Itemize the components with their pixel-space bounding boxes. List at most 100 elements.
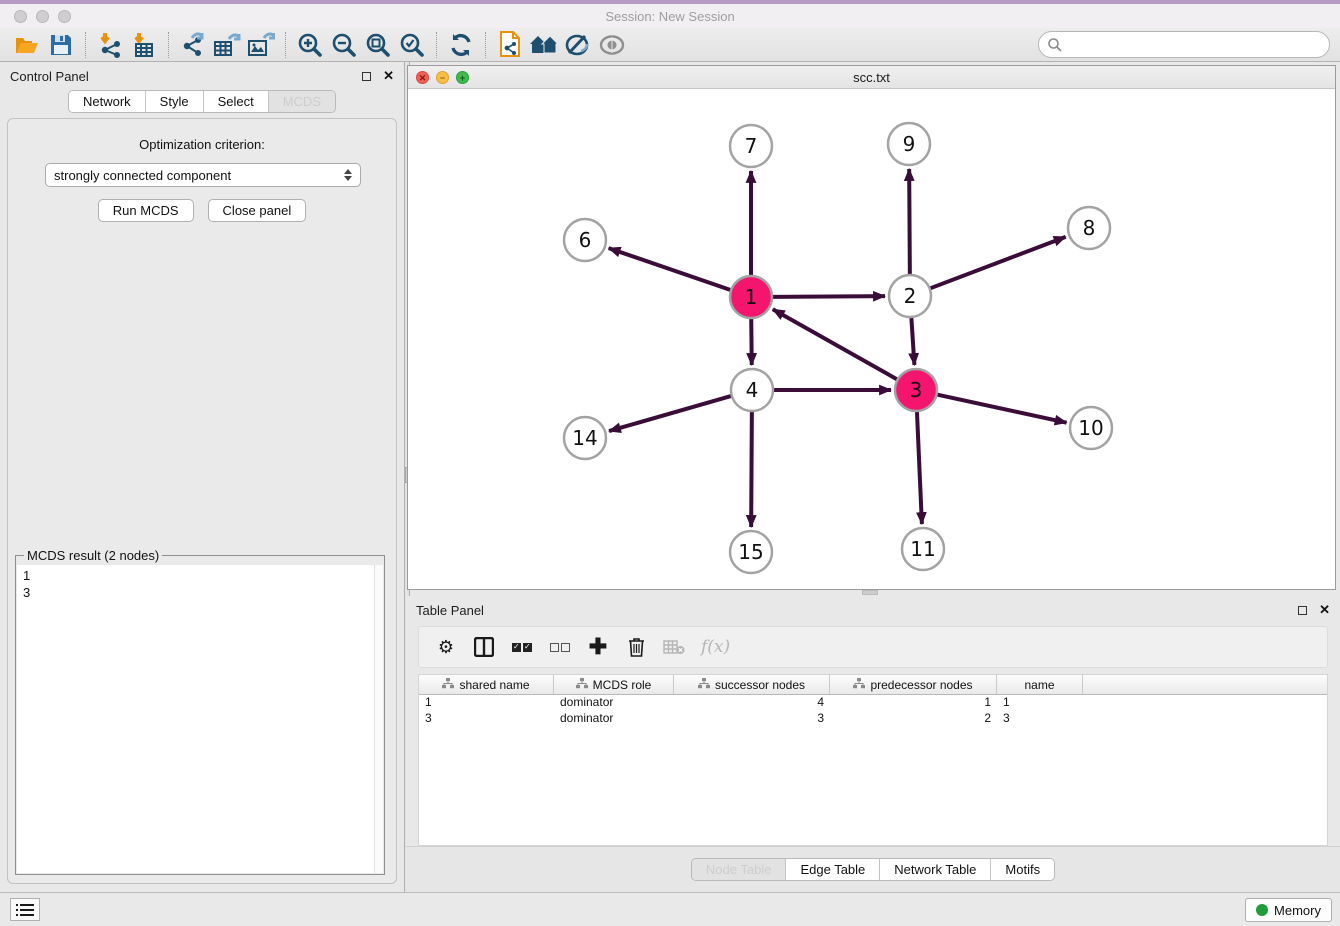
edge-4-14[interactable] [609,396,731,431]
float-panel-icon[interactable] [362,72,371,81]
close-panel-icon[interactable]: ✕ [383,68,394,84]
search-field[interactable] [1038,31,1330,58]
node-label-2: 2 [904,284,917,308]
show-graphics-details-icon[interactable] [561,30,595,60]
column-header-successor-nodes[interactable]: successor nodes [674,675,830,694]
eye-icon[interactable] [595,30,629,60]
cell-shared-name[interactable]: 3 [419,711,554,727]
gear-icon[interactable]: ⚙ [435,635,457,659]
cell-shared-name[interactable]: 1 [419,695,554,711]
deselect-all-icon[interactable] [549,635,571,659]
select-stepper-icon [344,169,352,181]
node-table[interactable]: shared name MCDS rolesuccessor nodesprede… [418,674,1328,846]
edge-4-15[interactable] [751,412,752,527]
cell-successor-nodes[interactable]: 3 [674,711,830,727]
cell-MCDS-role[interactable]: dominator [554,711,674,727]
zoom-out-icon[interactable] [327,30,361,60]
edge-3-11[interactable] [917,412,922,524]
edge-3-1[interactable] [773,309,897,379]
sort-icon[interactable] [698,678,710,692]
result-scrollbar[interactable] [374,565,383,873]
zoom-in-icon[interactable] [293,30,327,60]
network-canvas[interactable]: 7968124314101511 [408,89,1335,589]
tab-network-table[interactable]: Network Table [880,859,991,880]
node-label-10: 10 [1078,416,1103,440]
close-panel-icon[interactable]: ✕ [1319,602,1330,618]
table-body: 1dominator4113dominator323 [419,695,1327,727]
edge-1-2[interactable] [773,296,885,297]
float-panel-icon[interactable] [1298,606,1307,615]
list-icon [16,903,34,917]
open-session-icon[interactable] [10,30,44,60]
control-panel-tabs: NetworkStyleSelectMCDS [68,90,336,113]
table-tabs-strip: Node TableEdge TableNetwork TableMotifs [406,846,1340,892]
import-network-icon[interactable] [93,30,127,60]
table-tabs: Node TableEdge TableNetwork TableMotifs [691,858,1055,881]
edge-2-9[interactable] [909,169,910,274]
criterion-select[interactable]: strongly connected component [45,163,361,187]
save-session-icon[interactable] [44,30,78,60]
tab-motifs[interactable]: Motifs [991,859,1054,880]
cell-name[interactable]: 3 [997,711,1083,727]
tab-style[interactable]: Style [146,91,204,112]
delete-icon[interactable] [625,635,647,659]
edge-1-6[interactable] [609,248,731,290]
splitter-grip[interactable] [862,590,878,595]
run-mcds-button[interactable]: Run MCDS [98,199,194,222]
task-history-button[interactable] [10,898,40,921]
export-table-icon[interactable] [210,30,244,60]
tab-mcds[interactable]: MCDS [269,91,335,112]
network-view-window: ✕ − + scc.txt 7968124314101511 [407,65,1336,590]
column-header-shared-name[interactable]: shared name [419,675,554,694]
column-header-name[interactable]: name [997,675,1083,694]
tab-edge-table[interactable]: Edge Table [786,859,880,880]
cell-name[interactable]: 1 [997,695,1083,711]
criterion-selected-value: strongly connected component [54,168,344,183]
control-panel-title: Control Panel [10,69,89,84]
table-header-row: shared name MCDS rolesuccessor nodesprede… [419,675,1327,695]
edge-3-10[interactable] [937,395,1066,423]
toolbar-separator [285,32,286,58]
table-row[interactable]: 1dominator411 [419,695,1327,711]
tab-node-table[interactable]: Node Table [692,859,787,880]
table-row[interactable]: 3dominator323 [419,711,1327,727]
node-label-11: 11 [910,537,935,561]
edge-2-8[interactable] [931,237,1066,288]
zoom-fit-icon[interactable] [361,30,395,60]
sort-icon[interactable] [853,678,865,692]
refresh-layout-icon[interactable] [444,30,478,60]
column-label: shared name [459,678,529,692]
network-window-title: scc.txt [408,70,1335,85]
export-image-icon[interactable] [244,30,278,60]
network-window-titlebar[interactable]: ✕ − + scc.txt [408,66,1335,89]
zoom-selected-icon[interactable] [395,30,429,60]
home-icon[interactable] [527,30,561,60]
node-label-3: 3 [910,378,923,402]
control-panel: Control Panel ✕ NetworkStyleSelectMCDS O… [0,62,404,892]
node-label-14: 14 [572,426,597,450]
column-header-predecessor-nodes[interactable]: predecessor nodes [830,675,997,694]
network-graph[interactable]: 7968124314101511 [408,89,1335,589]
export-network-icon[interactable] [176,30,210,60]
column-view-icon[interactable] [473,635,495,659]
cell-predecessor-nodes[interactable]: 1 [830,695,997,711]
add-icon[interactable]: ✚ [587,635,609,659]
cell-MCDS-role[interactable]: dominator [554,695,674,711]
table-panel-title: Table Panel [416,603,484,618]
sort-icon[interactable] [442,678,454,692]
cell-successor-nodes[interactable]: 4 [674,695,830,711]
clone-network-icon[interactable] [493,30,527,60]
select-all-icon[interactable] [511,635,533,659]
edge-2-3[interactable] [911,318,914,365]
column-header-MCDS-role[interactable]: MCDS role [554,675,674,694]
cell-predecessor-nodes[interactable]: 2 [830,711,997,727]
tab-network[interactable]: Network [69,91,146,112]
memory-button[interactable]: Memory [1245,898,1332,922]
node-label-15: 15 [738,540,763,564]
close-panel-button[interactable]: Close panel [208,199,307,222]
import-table-icon[interactable] [127,30,161,60]
mcds-result-list[interactable]: 1 3 [17,565,383,873]
tab-select[interactable]: Select [204,91,269,112]
search-input[interactable] [1063,35,1329,55]
sort-icon[interactable] [576,678,588,692]
